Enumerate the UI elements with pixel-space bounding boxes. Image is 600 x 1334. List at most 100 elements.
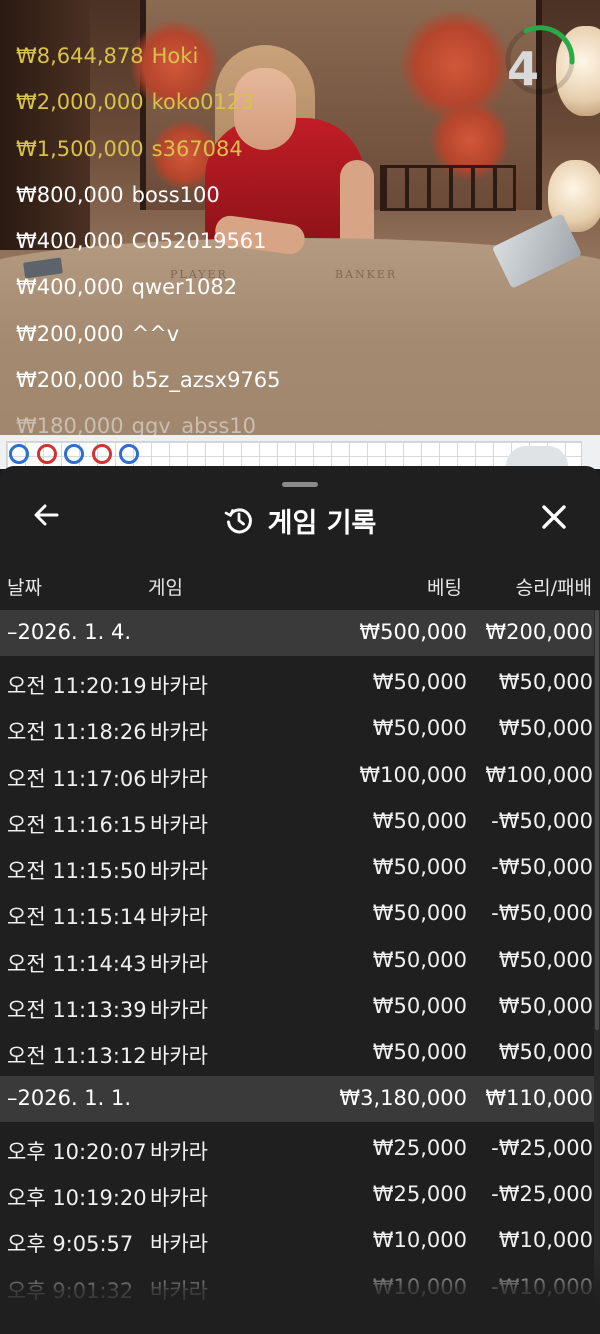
close-icon [542,505,566,529]
row-bet: ₩50,000 [372,716,467,741]
row-time: 오후 10:19:20 [7,1185,147,1210]
row-win-loss: ₩50,000 [498,716,593,741]
winner-name: b5z_azsx9765 [131,368,281,393]
row-time: 오전 11:20:19 [7,674,147,698]
history-row[interactable]: 오전 11:13:12 바카라 ₩50,000 ₩50,000 [0,1029,594,1075]
winner-name: Hoki [151,44,199,68]
winner-name: ^^v [131,321,180,346]
close-button[interactable] [534,500,574,540]
bead-road-circle [64,444,84,464]
row-time: 오전 11:15:14 [7,905,147,930]
row-time: 오전 11:13:39 [7,998,147,1023]
column-date: 날짜 [7,577,42,599]
winner-row: ₩200,000 ^^v [16,322,281,368]
group-total-bet: ₩500,000 [359,620,467,644]
row-time: 오전 11:14:43 [7,951,147,976]
history-row[interactable]: 오전 11:15:14 바카라 ₩50,000 -₩50,000 [0,890,594,936]
row-bet: ₩50,000 [372,947,467,972]
row-win-loss: ₩50,000 [498,1040,593,1065]
group-total-win-loss: ₩110,000 [485,1085,593,1110]
countdown-number: 4 [506,42,539,96]
winner-name: koko0123 [151,90,254,115]
row-bet: ₩50,000 [372,994,467,1019]
group-date: –2026. 1. 4. [7,620,132,644]
winner-amount: ₩200,000 [16,321,124,346]
row-game: 바카라 [150,812,208,837]
winner-row: ₩1,500,000 s367084 [16,137,281,183]
winner-amount: ₩180,000 [16,414,124,435]
sheet-drag-handle[interactable] [282,482,318,487]
game-history-sheet: 게임 기록 날짜 게임 베팅 승리/패배 –2026. 1. 4. ₩500,00… [0,466,600,1334]
row-bet: ₩50,000 [372,670,467,694]
row-bet: ₩50,000 [372,901,467,926]
row-game: 바카라 [150,766,208,791]
row-time: 오후 10:20:07 [7,1139,147,1164]
row-win-loss: ₩50,000 [498,994,593,1019]
winner-amount: ₩1,500,000 [16,136,144,161]
history-icon [224,508,252,534]
group-total-win-loss: ₩200,000 [485,620,593,644]
row-bet: ₩50,000 [372,855,467,880]
list-fade-overlay [0,1256,600,1334]
row-game: 바카라 [150,1044,208,1069]
bead-road-circle [36,444,57,464]
row-win-loss: -₩25,000 [491,1135,593,1160]
winner-amount: ₩2,000,000 [16,90,144,115]
bead-road-circle [9,444,29,464]
row-game: 바카라 [150,1185,208,1210]
group-total-bet: ₩3,180,000 [339,1085,467,1110]
page-title: 게임 기록 [267,507,377,539]
column-win-loss: 승리/패배 [515,577,592,599]
banker-area-label: BANKER [335,268,398,281]
row-bet: ₩100,000 [359,762,467,787]
row-time: 오후 9:05:57 [7,1232,134,1257]
history-list[interactable]: –2026. 1. 4. ₩500,000 ₩200,000 오전 11:20:19 바… [0,610,594,1310]
winner-row: ₩8,644,878 Hoki [16,44,281,90]
winner-name: ggv_abss10 [131,414,256,435]
history-row[interactable]: 오전 11:15:50 바카라 ₩50,000 -₩50,000 [0,844,594,890]
column-game: 게임 [148,577,183,599]
winner-name: s367084 [151,136,243,161]
column-bet: 베팅 [427,577,462,599]
history-row[interactable]: 오후 10:19:20 바카라 ₩25,000 -₩25,000 [0,1171,594,1217]
history-row[interactable]: 오전 11:20:19 바카라 ₩50,000 ₩50,000 [0,659,594,705]
column-headers: 날짜 게임 베팅 승리/패배 [0,569,600,603]
row-bet: ₩25,000 [372,1135,467,1160]
date-group-header[interactable]: –2026. 1. 1. ₩3,180,000 ₩110,000 [0,1075,594,1122]
live-video-feed: PLAYER BANKER ₩8,644,878 Hoki ₩2,000,000 ko… [0,0,600,435]
history-row[interactable]: 오전 11:13:39 바카라 ₩50,000 ₩50,000 [0,983,594,1029]
row-win-loss: ₩100,000 [485,762,593,787]
winner-row: ₩180,000 ggv_abss10 [16,414,281,435]
history-row[interactable]: 오전 11:16:15 바카라 ₩50,000 -₩50,000 [0,798,594,844]
history-row[interactable]: 오전 11:17:06 바카라 ₩100,000 ₩100,000 [0,752,594,798]
winner-amount: ₩800,000 [16,182,124,207]
history-row[interactable]: 오전 11:18:26 바카라 ₩50,000 ₩50,000 [0,705,594,751]
lattice-decoration [380,165,516,211]
row-time: 오전 11:15:50 [7,859,147,884]
winner-row: ₩400,000 qwer1082 [16,275,281,321]
row-game: 바카라 [150,859,208,884]
winners-list: ₩8,644,878 Hoki ₩2,000,000 koko0123 ₩1,500,0… [16,44,281,435]
row-win-loss: ₩50,000 [498,670,593,694]
bead-road-circle [91,444,112,464]
winner-row: ₩2,000,000 koko0123 [16,90,281,136]
history-row[interactable]: 오후 10:20:07 바카라 ₩25,000 -₩25,000 [0,1125,594,1171]
row-game: 바카라 [150,998,208,1023]
row-bet: ₩50,000 [372,808,467,833]
row-win-loss: -₩50,000 [491,808,593,833]
row-win-loss: -₩50,000 [491,855,593,880]
winner-amount: ₩400,000 [16,229,124,254]
history-row[interactable]: 오전 11:14:43 바카라 ₩50,000 ₩50,000 [0,937,594,983]
row-time: 오전 11:17:06 [7,766,147,791]
row-win-loss: -₩50,000 [491,901,593,926]
row-win-loss: ₩50,000 [498,947,593,972]
row-game: 바카라 [150,1139,208,1164]
row-time: 오전 11:16:15 [7,812,147,837]
row-bet: ₩10,000 [372,1228,467,1253]
date-group-header[interactable]: –2026. 1. 4. ₩500,000 ₩200,000 [0,610,594,656]
bead-road-circle [119,444,139,464]
winner-row: ₩400,000 C052019561 [16,229,281,275]
row-bet: ₩25,000 [372,1181,467,1206]
scrollbar-thumb[interactable] [595,610,599,1030]
row-win-loss: -₩25,000 [491,1181,593,1206]
